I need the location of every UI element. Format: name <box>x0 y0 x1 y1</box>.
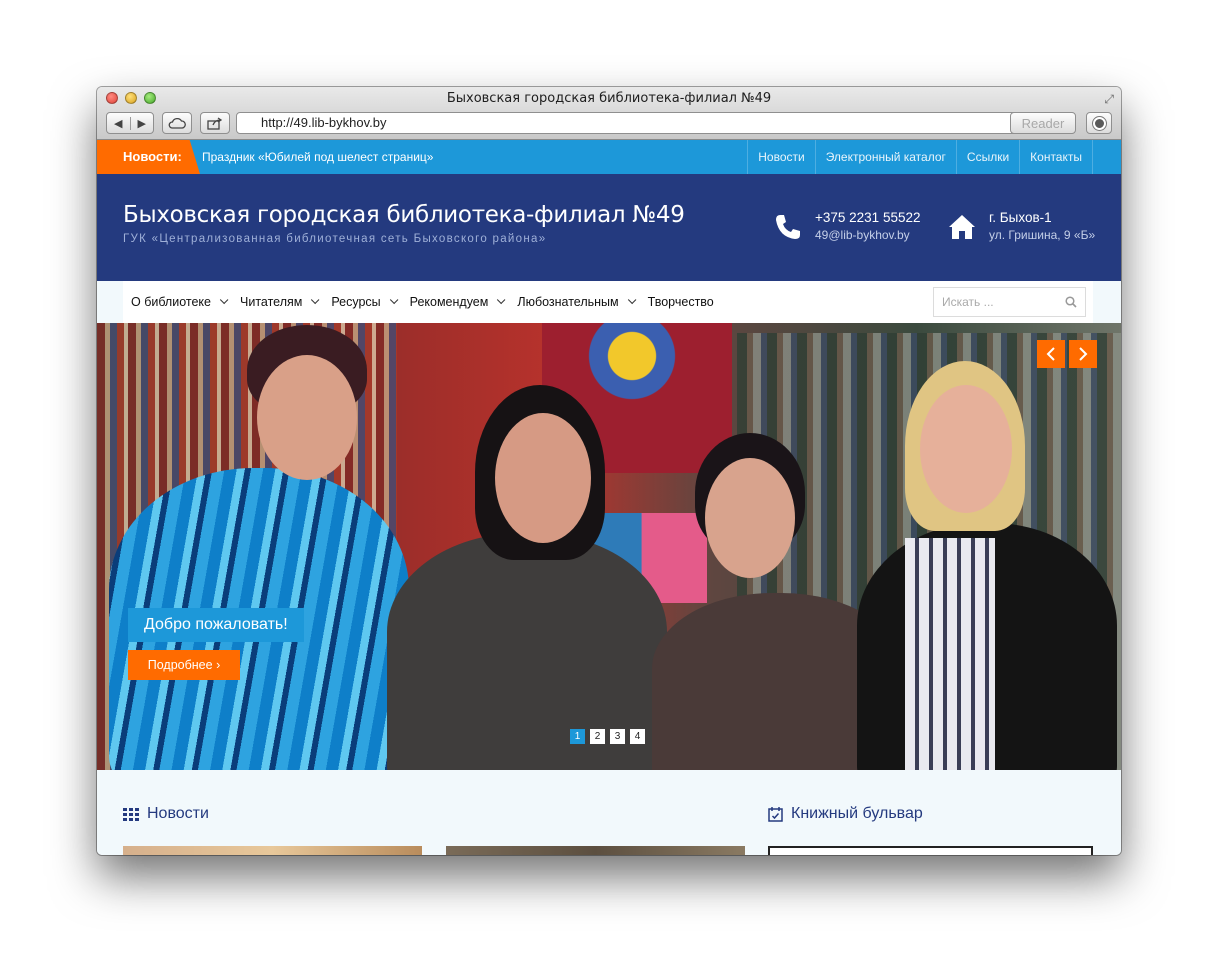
news-heading: Новости <box>147 805 209 822</box>
fullscreen-icon[interactable]: ⤢ <box>1104 92 1114 107</box>
chevron-down-icon <box>627 295 637 305</box>
face-2 <box>495 413 591 543</box>
icloud-tabs-button[interactable] <box>162 112 192 134</box>
share-icon <box>207 116 223 130</box>
back-button[interactable]: ◀ <box>107 116 131 130</box>
menu-item-label: Ресурсы <box>331 295 381 309</box>
web-page: Новости: Праздник «Юбилей под шелест стр… <box>97 140 1121 855</box>
news-thumbnail-1[interactable] <box>123 846 422 855</box>
download-icon <box>1092 116 1106 130</box>
address-city: г. Быхов-1 <box>989 210 1052 225</box>
top-link-news[interactable]: Новости <box>747 140 814 174</box>
phone-number[interactable]: +375 2231 55522 <box>815 210 920 225</box>
slide-dot-4[interactable]: 4 <box>630 729 645 744</box>
slider-pagination: 1 2 3 4 <box>570 729 645 744</box>
window-title: Быховская городская библиотека-филиал №4… <box>446 91 772 106</box>
share-button[interactable] <box>200 112 230 134</box>
cloud-icon <box>168 117 186 129</box>
slide-dot-3[interactable]: 3 <box>610 729 625 744</box>
forward-button[interactable]: ▶ <box>131 117 154 130</box>
read-more-button[interactable]: Подробнее › <box>128 650 240 680</box>
slider-arrows <box>1037 340 1097 368</box>
chevron-down-icon <box>219 295 229 305</box>
search-input[interactable]: Искать ... <box>933 287 1086 317</box>
back-forward-buttons: ◀ ▶ <box>106 112 154 134</box>
books-section-title: Книжный бульвар <box>768 805 923 823</box>
reader-button[interactable]: Reader <box>1010 112 1076 134</box>
hero-slider: Добро пожаловать! Подробнее › 1 2 3 4 <box>97 323 1121 770</box>
menu-item-resources[interactable]: Ресурсы <box>331 295 399 309</box>
chevron-left-icon <box>1046 347 1055 361</box>
url-text: http://49.lib-bykhov.by <box>261 115 387 130</box>
browser-toolbar: Быховская городская библиотека-филиал №4… <box>97 87 1121 140</box>
address-street: ул. Гришина, 9 «Б» <box>989 228 1096 242</box>
menu-item-recommend[interactable]: Рекомендуем <box>409 295 506 309</box>
content-area: Новости Книжный бульвар <box>97 770 1121 855</box>
top-link-links[interactable]: Ссылки <box>955 140 1019 174</box>
browser-window: Быховская городская библиотека-филиал №4… <box>97 87 1121 855</box>
news-thumbnail-2[interactable] <box>446 846 745 855</box>
home-icon <box>949 215 975 239</box>
site-title[interactable]: Быховская городская библиотека-филиал №4… <box>123 202 685 228</box>
chevron-down-icon <box>311 295 320 305</box>
site-subtitle: ГУК «Централизованная библиотечная сеть … <box>123 233 547 245</box>
phone-icon <box>776 215 800 239</box>
menu-item-creativity[interactable]: Творчество <box>648 295 714 309</box>
menu-item-label: Любознательным <box>517 295 619 309</box>
contact-phone: +375 2231 55522 49@lib-bykhov.by <box>773 210 920 242</box>
downloads-button[interactable] <box>1086 112 1112 134</box>
book-widget[interactable] <box>768 846 1093 855</box>
face-3 <box>705 458 795 578</box>
email-address[interactable]: 49@lib-bykhov.by <box>815 228 920 242</box>
top-link-contacts[interactable]: Контакты <box>1019 140 1093 174</box>
slide-dot-1[interactable]: 1 <box>570 729 585 744</box>
poster-art <box>577 323 687 433</box>
address-bar[interactable]: http://49.lib-bykhov.by ↻ <box>236 112 1075 134</box>
menu-item-about[interactable]: О библиотеке <box>131 295 229 309</box>
books-heading: Книжный бульвар <box>791 805 923 822</box>
chevron-down-icon <box>389 295 399 305</box>
menu-item-label: Читателям <box>240 295 303 309</box>
menu-item-label: Рекомендуем <box>409 295 489 309</box>
search-placeholder: Искать ... <box>942 295 994 309</box>
face-1 <box>257 355 357 480</box>
slider-next-button[interactable] <box>1069 340 1097 368</box>
contact-address: г. Быхов-1 ул. Гришина, 9 «Б» <box>947 210 1095 242</box>
slide-dot-2[interactable]: 2 <box>590 729 605 744</box>
search-icon[interactable] <box>1065 296 1077 308</box>
site-header: Быховская городская библиотека-филиал №4… <box>97 174 1121 281</box>
menu-item-readers[interactable]: Читателям <box>240 295 320 309</box>
news-ticker-label: Новости: <box>97 140 200 174</box>
grid-icon <box>123 807 139 821</box>
plaid-shirt <box>905 538 995 770</box>
menu-item-label: Творчество <box>647 295 714 309</box>
top-bar: Новости: Праздник «Юбилей под шелест стр… <box>97 140 1121 174</box>
top-links: Новости Электронный каталог Ссылки Конта… <box>747 140 1093 174</box>
slider-prev-button[interactable] <box>1037 340 1065 368</box>
chevron-right-icon <box>1079 347 1088 361</box>
menu-item-label: О библиотеке <box>131 295 211 309</box>
main-menu: О библиотеке Читателям Ресурсы Рекоменду… <box>123 281 1093 323</box>
top-link-catalog[interactable]: Электронный каталог <box>814 140 956 174</box>
news-section-title: Новости <box>123 805 209 823</box>
calendar-check-icon <box>768 807 783 822</box>
face-4 <box>920 385 1012 513</box>
slide-caption: Добро пожаловать! <box>128 608 304 642</box>
news-ticker-link[interactable]: Праздник «Юбилей под шелест страниц» <box>202 140 433 174</box>
menu-item-curious[interactable]: Любознательным <box>517 295 637 309</box>
chevron-down-icon <box>497 295 506 305</box>
